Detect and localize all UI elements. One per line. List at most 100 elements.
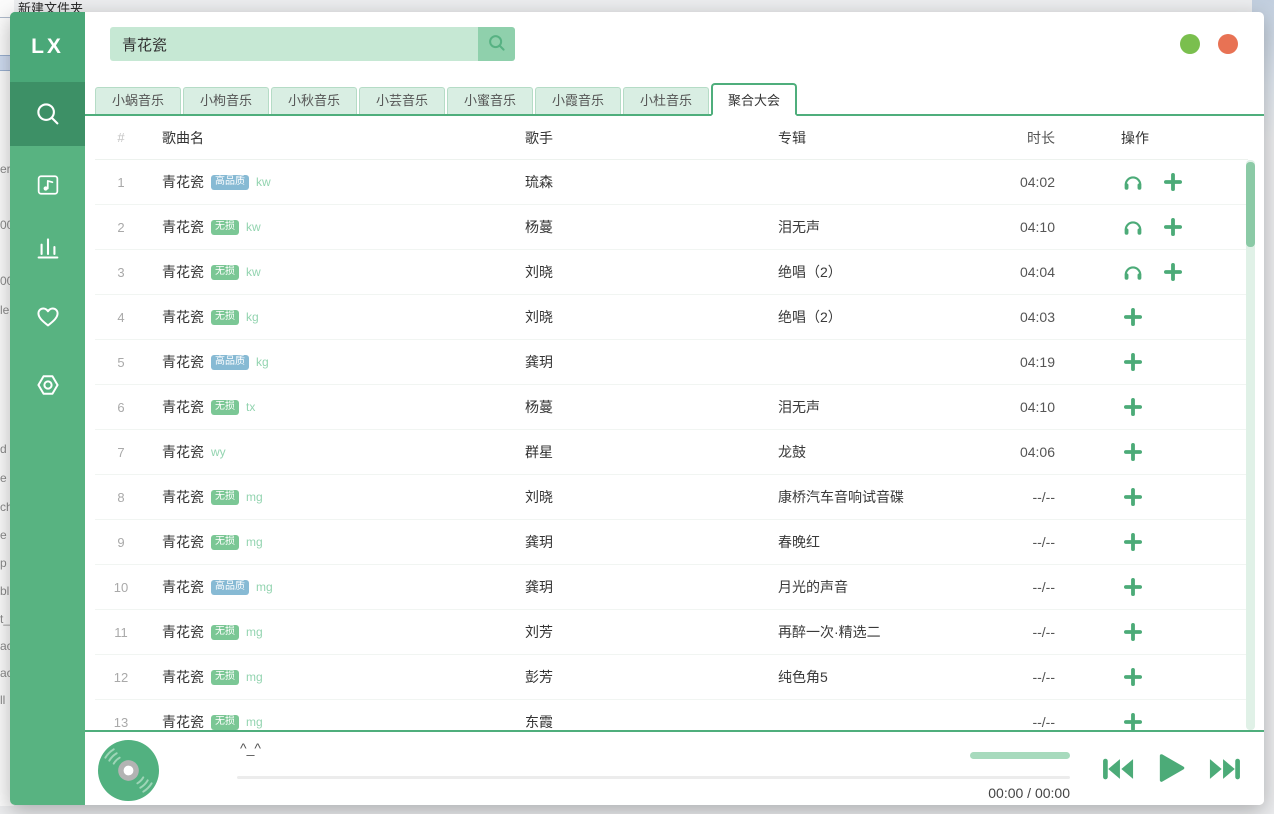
table-row[interactable]: 1 青花瓷 高品质 kw 琉森 04:02: [95, 160, 1248, 205]
skip-back-button[interactable]: [1100, 754, 1138, 789]
table-row[interactable]: 5 青花瓷 高品质 kg 龚玥 04:19: [95, 340, 1248, 385]
minimize-button[interactable]: [1180, 34, 1200, 54]
search-icon: [33, 99, 63, 129]
action-cell: [1055, 667, 1248, 687]
source-tag: mg: [246, 625, 263, 639]
song-name-cell: 青花瓷 高品质 kw: [147, 172, 515, 192]
table-row[interactable]: 8 青花瓷 无损 mg 刘晓 康桥汽车音响试音碟 --/--: [95, 475, 1248, 520]
progress-bar[interactable]: [237, 776, 1070, 779]
listen-icon[interactable]: [1121, 172, 1145, 192]
album-disc-icon[interactable]: [97, 739, 160, 802]
add-icon[interactable]: [1121, 487, 1145, 507]
table-row[interactable]: 7 青花瓷 wy 群星 龙鼓 04:06: [95, 430, 1248, 475]
add-icon[interactable]: [1121, 442, 1145, 462]
duration-cell: 04:06: [965, 444, 1055, 460]
tab-小芸音乐[interactable]: 小芸音乐: [359, 87, 445, 114]
song-title: 青花瓷: [162, 172, 204, 192]
singer-cell: 彭芳: [515, 667, 768, 687]
sidebar: LX: [10, 12, 85, 805]
quality-badge: 无损: [211, 490, 239, 505]
table-row[interactable]: 13 青花瓷 无损 mg 东霞 --/--: [95, 700, 1248, 730]
singer-cell: 刘晓: [515, 487, 768, 507]
quality-badge: 高品质: [211, 175, 249, 190]
table-row[interactable]: 3 青花瓷 无损 kw 刘晓 绝唱（2） 04:04: [95, 250, 1248, 295]
music-list-icon: [34, 171, 62, 199]
table-row[interactable]: 11 青花瓷 无损 mg 刘芳 再醉一次·精选二 --/--: [95, 610, 1248, 655]
add-icon[interactable]: [1161, 172, 1185, 192]
tab-小杜音乐[interactable]: 小杜音乐: [623, 87, 709, 114]
tab-聚合大会[interactable]: 聚合大会: [711, 83, 797, 116]
duration-cell: --/--: [965, 534, 1055, 550]
tab-小蜜音乐[interactable]: 小蜜音乐: [447, 87, 533, 114]
listen-icon[interactable]: [1121, 262, 1145, 282]
volume-slider[interactable]: [970, 752, 1070, 759]
add-icon[interactable]: [1121, 352, 1145, 372]
search-button[interactable]: [478, 27, 515, 61]
sidebar-item-leaderboard[interactable]: [10, 215, 85, 279]
table-row[interactable]: 2 青花瓷 无损 kw 杨蔓 泪无声 04:10: [95, 205, 1248, 250]
source-tag: kw: [256, 175, 271, 189]
add-icon[interactable]: [1121, 622, 1145, 642]
tab-小霞音乐[interactable]: 小霞音乐: [535, 87, 621, 114]
scrollbar-thumb[interactable]: [1246, 162, 1255, 247]
add-icon[interactable]: [1121, 397, 1145, 417]
table-row[interactable]: 9 青花瓷 无损 mg 龚玥 春晚红 --/--: [95, 520, 1248, 565]
singer-cell: 刘晓: [515, 307, 768, 327]
table-row[interactable]: 10 青花瓷 高品质 mg 龚玥 月光的声音 --/--: [95, 565, 1248, 610]
add-icon[interactable]: [1161, 217, 1185, 237]
action-cell: [1055, 577, 1248, 597]
row-index: 1: [95, 175, 147, 190]
song-title: 青花瓷: [162, 217, 204, 237]
close-button[interactable]: [1218, 34, 1238, 54]
row-index: 5: [95, 355, 147, 370]
header-duration: 时长: [965, 128, 1055, 148]
song-title: 青花瓷: [162, 352, 204, 372]
song-name-cell: 青花瓷 无损 mg: [147, 487, 515, 507]
header-singer: 歌手: [515, 128, 768, 148]
action-cell: [1055, 442, 1248, 462]
sidebar-item-my-music[interactable]: [10, 153, 85, 217]
background-text-fragment: p: [0, 556, 7, 570]
table-row[interactable]: 4 青花瓷 无损 kg 刘晓 绝唱（2） 04:03: [95, 295, 1248, 340]
add-icon[interactable]: [1121, 532, 1145, 552]
song-name-cell: 青花瓷 wy: [147, 442, 515, 462]
table-row[interactable]: 12 青花瓷 无损 mg 彭芳 纯色角5 --/--: [95, 655, 1248, 700]
add-icon[interactable]: [1121, 712, 1145, 730]
background-text-fragment: e: [0, 528, 7, 542]
skip-forward-button[interactable]: [1205, 754, 1243, 789]
background-text-fragment: d: [0, 442, 7, 456]
tab-小枸音乐[interactable]: 小枸音乐: [183, 87, 269, 114]
header-index: #: [95, 130, 147, 145]
tab-小蜗音乐[interactable]: 小蜗音乐: [95, 87, 181, 114]
tab-小秋音乐[interactable]: 小秋音乐: [271, 87, 357, 114]
action-cell: [1055, 622, 1248, 642]
action-cell: [1055, 487, 1248, 507]
quality-badge: 无损: [211, 310, 239, 325]
add-icon[interactable]: [1121, 307, 1145, 327]
quality-badge: 无损: [211, 220, 239, 235]
play-button[interactable]: [1153, 751, 1189, 790]
song-name-cell: 青花瓷 无损 mg: [147, 667, 515, 687]
sidebar-item-favorites[interactable]: [10, 285, 85, 349]
listen-icon[interactable]: [1121, 217, 1145, 237]
song-name-cell: 青花瓷 高品质 mg: [147, 577, 515, 597]
add-icon[interactable]: [1121, 667, 1145, 687]
sidebar-item-settings[interactable]: [10, 353, 85, 417]
table-row[interactable]: 6 青花瓷 无损 tx 杨蔓 泪无声 04:10: [95, 385, 1248, 430]
add-icon[interactable]: [1161, 262, 1185, 282]
row-index: 2: [95, 220, 147, 235]
singer-cell: 东霞: [515, 712, 768, 730]
action-cell: [1055, 712, 1248, 730]
quality-badge: 无损: [211, 400, 239, 415]
search-input[interactable]: [110, 27, 478, 61]
table-header: # 歌曲名 歌手 专辑 时长 操作: [95, 116, 1248, 160]
album-cell: 康桥汽车音响试音碟: [768, 487, 965, 507]
scrollbar-track[interactable]: [1246, 160, 1255, 730]
time-display: 00:00 / 00:00: [910, 785, 1070, 801]
action-cell: [1055, 352, 1248, 372]
add-icon[interactable]: [1121, 577, 1145, 597]
song-title: 青花瓷: [162, 532, 204, 552]
source-tag: tx: [246, 400, 255, 414]
sidebar-item-search[interactable]: [10, 82, 85, 146]
song-title: 青花瓷: [162, 442, 204, 462]
